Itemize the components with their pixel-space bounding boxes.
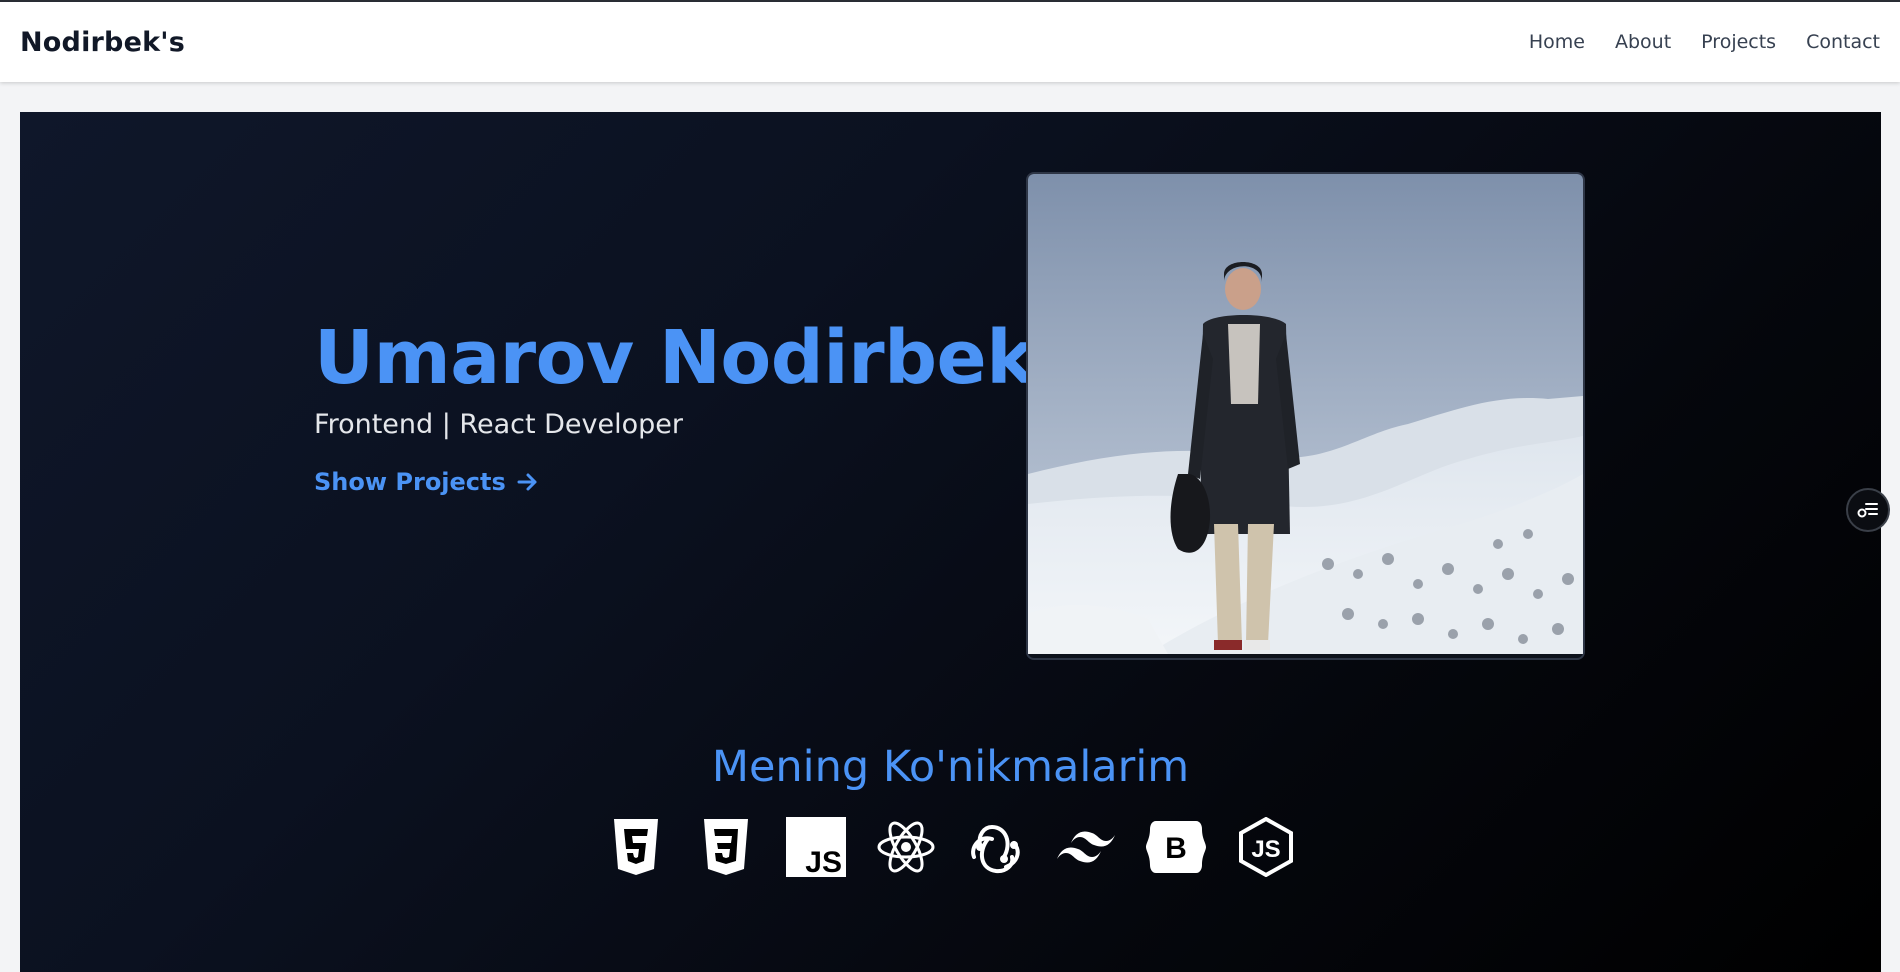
nav-link-contact[interactable]: Contact	[1806, 31, 1880, 53]
hero-role: Frontend | React Developer	[314, 409, 683, 441]
svg-text:B: B	[1165, 832, 1187, 865]
brand-logo[interactable]: Nodirbek's	[20, 27, 185, 58]
profile-photo-frame	[1026, 172, 1585, 660]
show-projects-label: Show Projects	[314, 468, 506, 497]
nodejs-icon: JS	[1236, 817, 1296, 877]
hero-section: Umarov Nodirbek Frontend | React Develop…	[20, 112, 1881, 972]
side-menu-toggle-button[interactable]	[1846, 488, 1890, 532]
skills-title: Mening Ko'nikmalarim	[711, 742, 1190, 792]
nav-links: Home About Projects Contact	[1529, 31, 1880, 53]
css3-icon	[696, 817, 756, 877]
arrow-right-icon	[517, 473, 537, 491]
nav-link-about[interactable]: About	[1615, 31, 1671, 53]
hero-name: Umarov Nodirbek	[314, 315, 1035, 401]
profile-photo	[1028, 174, 1583, 654]
intro-block: Umarov Nodirbek Frontend | React Develop…	[314, 315, 1035, 496]
show-projects-link[interactable]: Show Projects	[314, 468, 540, 496]
nav-link-projects[interactable]: Projects	[1701, 31, 1776, 53]
svg-text:JS: JS	[1251, 836, 1280, 863]
skills-icons: JS B JS	[20, 817, 1881, 877]
react-icon	[876, 817, 936, 877]
nav-link-home[interactable]: Home	[1529, 31, 1585, 53]
tailwind-icon	[1056, 817, 1116, 877]
javascript-icon: JS	[785, 817, 846, 877]
bootstrap-icon: B	[1145, 817, 1206, 877]
html5-icon	[606, 817, 666, 877]
navbar: Nodirbek's Home About Projects Contact	[0, 2, 1900, 82]
svg-text:JS: JS	[805, 846, 842, 877]
redux-icon	[966, 817, 1026, 877]
list-settings-icon	[1857, 503, 1878, 518]
